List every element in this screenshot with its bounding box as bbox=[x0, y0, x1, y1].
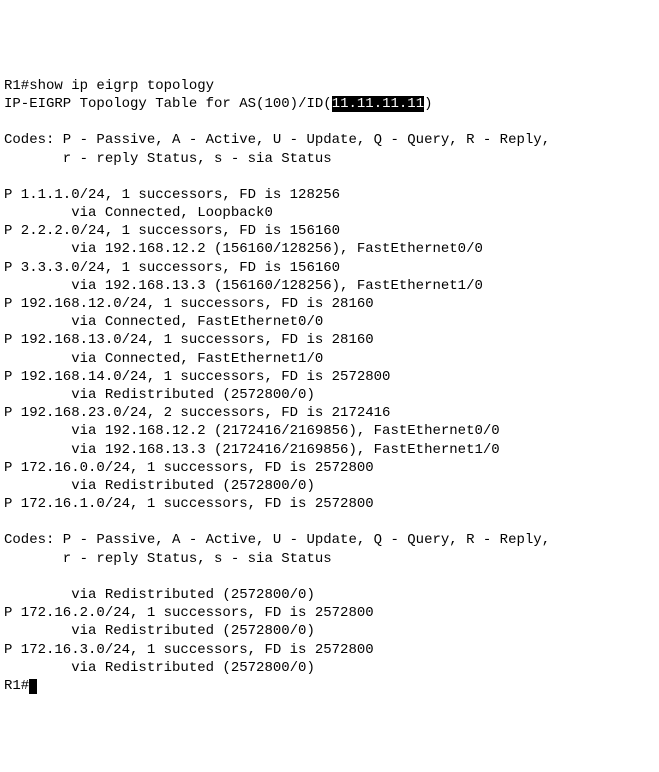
route-via: via Connected, FastEthernet1/0 bbox=[4, 351, 323, 367]
route-summary: P 192.168.12.0/24, 1 successors, FD is 2… bbox=[4, 296, 374, 312]
route-summary: P 192.168.23.0/24, 2 successors, FD is 2… bbox=[4, 405, 390, 421]
route-via: via Redistributed (2572800/0) bbox=[4, 387, 315, 403]
route-entry: P 1.1.1.0/24, 1 successors, FD is 128256… bbox=[4, 187, 340, 221]
route-entry: P 192.168.23.0/24, 2 successors, FD is 2… bbox=[4, 405, 500, 457]
route-summary: P 172.16.1.0/24, 1 successors, FD is 257… bbox=[4, 496, 374, 512]
router-id: 11.11.11.11 bbox=[332, 96, 424, 112]
codes-line-2: r - reply Status, s - sia Status bbox=[4, 151, 332, 167]
route-entry: P 172.16.0.0/24, 1 successors, FD is 257… bbox=[4, 460, 374, 494]
route-via: via 192.168.12.2 (156160/128256), FastEt… bbox=[4, 241, 483, 257]
route-via: via 192.168.12.2 (2172416/2169856), Fast… bbox=[4, 423, 500, 439]
route-summary: P 2.2.2.0/24, 1 successors, FD is 156160 bbox=[4, 223, 340, 239]
route-entry: P 192.168.12.0/24, 1 successors, FD is 2… bbox=[4, 296, 374, 330]
route-entry: P 192.168.13.0/24, 1 successors, FD is 2… bbox=[4, 332, 374, 366]
cursor-icon bbox=[29, 679, 37, 694]
route-via: via Redistributed (2572800/0) bbox=[4, 587, 315, 603]
route-entry: P 192.168.14.0/24, 1 successors, FD is 2… bbox=[4, 369, 390, 403]
route-via: via Redistributed (2572800/0) bbox=[4, 660, 315, 676]
route-via: via Redistributed (2572800/0) bbox=[4, 478, 315, 494]
route-via: via Connected, FastEthernet0/0 bbox=[4, 314, 323, 330]
route-summary: P 172.16.3.0/24, 1 successors, FD is 257… bbox=[4, 642, 374, 658]
command-text: show ip eigrp topology bbox=[29, 78, 214, 94]
route-entry: P 172.16.2.0/24, 1 successors, FD is 257… bbox=[4, 605, 374, 639]
codes-line-1: Codes: P - Passive, A - Active, U - Upda… bbox=[4, 532, 550, 548]
route-summary: P 3.3.3.0/24, 1 successors, FD is 156160 bbox=[4, 260, 340, 276]
route-entry: P 172.16.1.0/24, 1 successors, FD is 257… bbox=[4, 496, 374, 512]
header-line: IP-EIGRP Topology Table for AS(100)/ID(1… bbox=[4, 96, 433, 112]
route-entry: P 2.2.2.0/24, 1 successors, FD is 156160… bbox=[4, 223, 483, 257]
route-summary: P 192.168.13.0/24, 1 successors, FD is 2… bbox=[4, 332, 374, 348]
prompt-line: R1#show ip eigrp topology bbox=[4, 78, 214, 94]
route-summary: P 192.168.14.0/24, 1 successors, FD is 2… bbox=[4, 369, 390, 385]
prompt: R1# bbox=[4, 78, 29, 94]
route-summary: P 172.16.2.0/24, 1 successors, FD is 257… bbox=[4, 605, 374, 621]
route-via: via Connected, Loopback0 bbox=[4, 205, 273, 221]
route-summary: P 1.1.1.0/24, 1 successors, FD is 128256 bbox=[4, 187, 340, 203]
route-entry: P 3.3.3.0/24, 1 successors, FD is 156160… bbox=[4, 260, 483, 294]
route-entry: P 172.16.3.0/24, 1 successors, FD is 257… bbox=[4, 642, 374, 676]
route-via: via 192.168.13.3 (2172416/2169856), Fast… bbox=[4, 442, 500, 458]
codes-line-2: r - reply Status, s - sia Status bbox=[4, 551, 332, 567]
route-summary: P 172.16.0.0/24, 1 successors, FD is 257… bbox=[4, 460, 374, 476]
codes-line-1: Codes: P - Passive, A - Active, U - Upda… bbox=[4, 132, 550, 148]
route-via: via 192.168.13.3 (156160/128256), FastEt… bbox=[4, 278, 483, 294]
prompt: R1# bbox=[4, 678, 29, 694]
terminal-output[interactable]: R1#show ip eigrp topology IP-EIGRP Topol… bbox=[4, 78, 550, 694]
route-via: via Redistributed (2572800/0) bbox=[4, 623, 315, 639]
